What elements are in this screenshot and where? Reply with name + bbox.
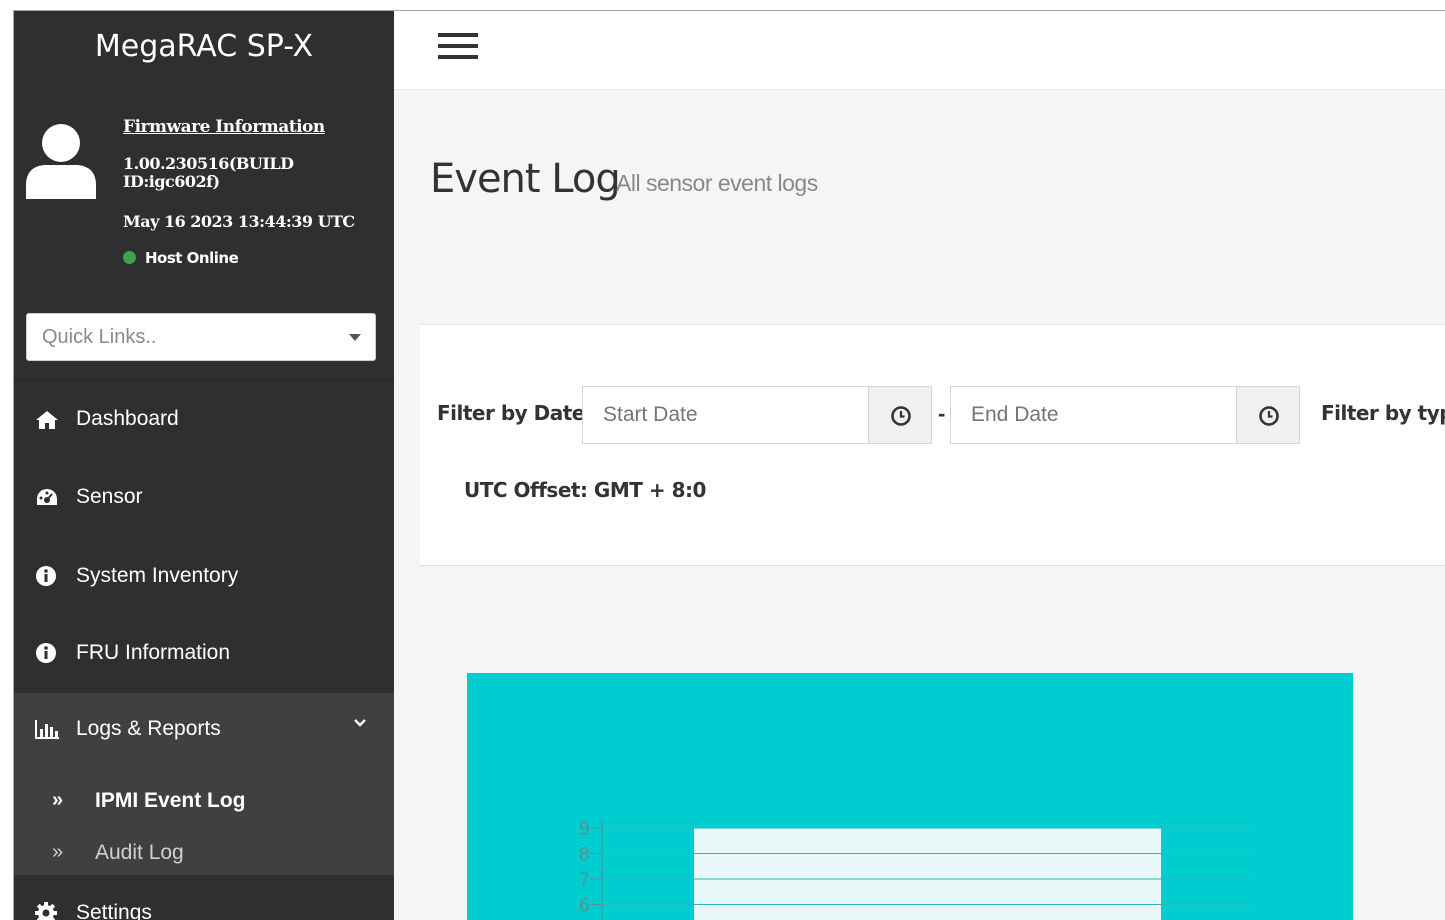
page-subtitle: All sensor event logs: [616, 170, 818, 196]
filter-panel: Filter by Date - Filter by typ UTC Offse…: [420, 324, 1445, 566]
chart-y-tick-label: 8: [579, 845, 590, 866]
gear-icon: [35, 902, 57, 920]
chart-bar: [694, 828, 1161, 920]
quick-links-select[interactable]: Quick Links..: [26, 313, 376, 361]
clock-icon: [891, 406, 911, 426]
sidebar-divider: [14, 380, 394, 381]
bar-chart-icon: [35, 720, 59, 739]
sidebar-item-sensor[interactable]: Sensor: [14, 461, 394, 535]
status-dot-icon: [123, 251, 136, 264]
start-date-clock-button[interactable]: [868, 386, 932, 444]
event-chart: 9 8 7 6: [467, 673, 1353, 920]
info-icon: [36, 566, 56, 586]
app-window: MegaRAC SP-X Firmware Information 1.00.2…: [13, 10, 1445, 920]
end-date-input[interactable]: [950, 386, 1238, 444]
chart-y-tick-label: 7: [579, 870, 590, 891]
submenu-item-label: Audit Log: [95, 841, 184, 864]
sidebar-item-label: Sensor: [76, 485, 143, 508]
host-status: Host Online: [123, 249, 239, 267]
double-chevron-icon: »: [52, 789, 64, 811]
firmware-information-link[interactable]: Firmware Information: [123, 117, 325, 137]
sidebar-item-label: Dashboard: [76, 407, 179, 430]
page-title: Event Log: [430, 156, 621, 202]
chevron-down-icon: [354, 719, 366, 727]
sidebar-item-system-inventory[interactable]: System Inventory: [14, 540, 394, 614]
filter-by-date-label: Filter by Date: [437, 401, 585, 425]
sidebar-item-label: System Inventory: [76, 564, 239, 587]
utc-offset: UTC Offset: GMT + 8:0: [464, 478, 706, 502]
firmware-version: 1.00.230516(BUILD ID:igc602f): [123, 154, 294, 191]
top-bar: [394, 11, 1445, 90]
sidebar-item-fru-information[interactable]: FRU Information: [14, 617, 394, 691]
main-content: Event Log All sensor event logs Filter b…: [394, 90, 1445, 920]
sidebar: MegaRAC SP-X Firmware Information 1.00.2…: [14, 11, 394, 920]
event-chart-svg: 9 8 7 6: [579, 819, 1252, 920]
sidebar-item-settings[interactable]: Settings: [14, 875, 394, 920]
submenu-item-audit-log[interactable]: » Audit Log: [14, 829, 394, 879]
gauge-icon: [37, 489, 57, 505]
sidebar-item-label: Logs & Reports: [76, 717, 221, 740]
chart-y-tick-label: 6: [579, 896, 590, 917]
logs-submenu: » IPMI Event Log » Audit Log: [14, 765, 394, 875]
end-date-clock-button[interactable]: [1236, 386, 1300, 444]
chart-y-tick-label: 9: [579, 819, 590, 840]
home-icon: [36, 411, 58, 429]
submenu-item-label: IPMI Event Log: [95, 789, 246, 812]
date-range-separator: -: [938, 401, 946, 426]
double-chevron-icon: »: [52, 841, 64, 863]
user-icon: [26, 124, 96, 199]
filter-by-type-label: Filter by typ: [1321, 401, 1445, 425]
info-icon: [36, 643, 56, 663]
submenu-item-ipmi-event-log[interactable]: » IPMI Event Log: [14, 777, 394, 827]
user-panel: Firmware Information 1.00.230516(BUILD I…: [14, 111, 394, 291]
caret-down-icon: [349, 334, 361, 341]
start-date-input[interactable]: [582, 386, 870, 444]
sidebar-item-label: FRU Information: [76, 641, 231, 664]
sidebar-item-dashboard[interactable]: Dashboard: [14, 383, 394, 457]
sidebar-item-label: Settings: [76, 901, 152, 920]
quick-links-placeholder: Quick Links..: [42, 326, 157, 348]
host-status-label: Host Online: [145, 249, 239, 267]
brand-title: MegaRAC SP-X: [94, 29, 314, 64]
hamburger-icon[interactable]: [438, 33, 478, 63]
sidebar-item-logs-reports[interactable]: Logs & Reports: [14, 693, 394, 767]
firmware-date: May 16 2023 13:44:39 UTC: [123, 212, 355, 231]
clock-icon: [1259, 406, 1279, 426]
